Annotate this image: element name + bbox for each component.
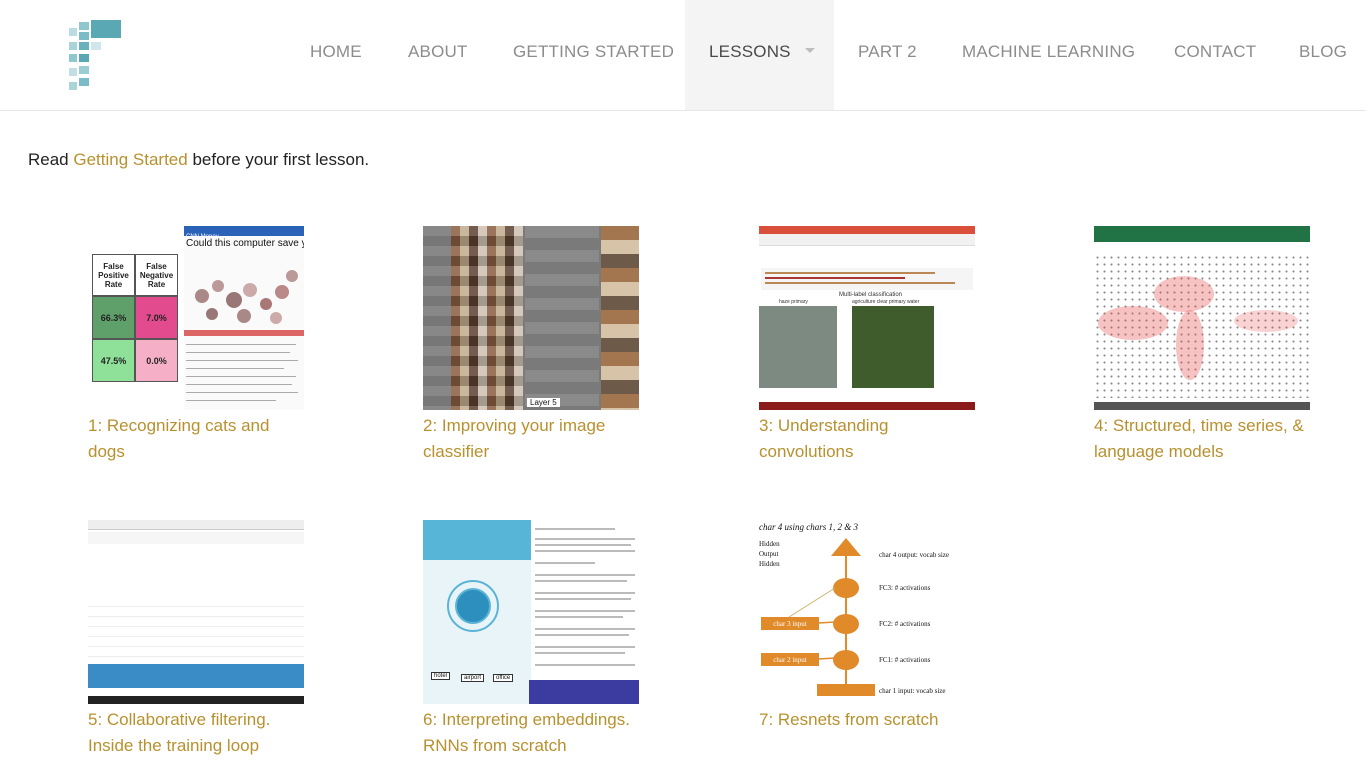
nav-part-2[interactable]: PART 2 (858, 0, 917, 110)
chevron-down-icon (804, 48, 815, 54)
taskbar (759, 402, 975, 410)
getting-started-link[interactable]: Getting Started (73, 150, 187, 169)
lesson-card-5[interactable]: 5: Collaborative filtering. Inside the t… (88, 520, 304, 759)
lesson-card-4[interactable]: 4: Structured, time series, & language m… (1094, 226, 1310, 465)
notebook-toolbar (759, 234, 975, 246)
connector-lines (788, 587, 836, 660)
intro-suffix: before your first lesson. (187, 150, 370, 169)
lesson-5-title-line1: 5: Collaborative filtering. (88, 710, 271, 729)
taskbar (88, 696, 304, 704)
code-cell (761, 268, 973, 290)
plot-label-b: agriculture clear primary water (852, 299, 920, 305)
leaderboard-highlight (88, 664, 304, 688)
table-cell: 0.0% (135, 339, 178, 382)
lesson-6-title[interactable]: 6: Interpreting embeddings. RNNs from sc… (423, 707, 639, 759)
lesson-4-thumbnail[interactable] (1094, 226, 1310, 410)
lesson-card-1[interactable]: False Positive Rate False Negative Rate … (88, 226, 304, 465)
lesson-card-2[interactable]: Layer 5 2: Improving your image classifi… (423, 226, 639, 465)
table-header: False Negative Rate (135, 254, 178, 296)
lesson-7-title-line1: 7: Resnets from scratch (759, 710, 939, 729)
intro-text: Read Getting Started before your first l… (28, 150, 369, 170)
lesson-2-title-line2: classifier (423, 442, 490, 461)
nav-about-label: ABOUT (408, 42, 468, 61)
main-nav: HOME ABOUT GETTING STARTED LESSONS PART … (0, 0, 1366, 110)
lesson-1-thumbnail[interactable]: False Positive Rate False Negative Rate … (88, 226, 304, 410)
lesson-1-title-line2: dogs (88, 442, 125, 461)
nav-blog-label: BLOG (1299, 42, 1348, 61)
nav-contact-label: CONTACT (1174, 42, 1257, 61)
lesson-2-title-line1: 2: Improving your image (423, 416, 606, 435)
lesson-5-title[interactable]: 5: Collaborative filtering. Inside the t… (88, 707, 304, 759)
browser-address-bar (88, 520, 304, 530)
table-cell: 47.5% (92, 339, 135, 382)
page-tabs (88, 532, 304, 544)
node-airport: airport (461, 674, 485, 682)
spreadsheet-ribbon (1094, 226, 1310, 242)
lesson-4-title[interactable]: 4: Structured, time series, & language m… (1094, 413, 1310, 465)
lesson-7-title[interactable]: 7: Resnets from scratch (759, 707, 975, 733)
lesson-1-title[interactable]: 1: Recognizing cats and dogs (88, 413, 304, 465)
site-header: HOME ABOUT GETTING STARTED LESSONS PART … (0, 0, 1366, 111)
highlighted-text (529, 680, 639, 704)
lesson-5-thumbnail[interactable] (88, 520, 304, 704)
plot-label-a: haze primary (779, 299, 808, 305)
lesson-7-thumbnail[interactable]: char 4 using chars 1, 2 & 3 Hidden Outpu… (759, 520, 975, 704)
satellite-image-2 (852, 306, 934, 388)
lesson-4-title-line2: language models (1094, 442, 1224, 461)
node-hotel: hotel (431, 672, 451, 680)
photo-collage (195, 270, 298, 324)
nav-lessons[interactable]: LESSONS (685, 0, 834, 110)
satellite-image-1 (759, 306, 837, 388)
lesson-5-title-line2: Inside the training loop (88, 736, 260, 755)
nav-home[interactable]: HOME (310, 0, 362, 110)
lesson-3-thumbnail[interactable]: Multi-label classification haze primary … (759, 226, 975, 410)
cnn-bar: CNN Money (184, 226, 304, 240)
nav-about[interactable]: ABOUT (408, 0, 468, 110)
lesson-2-thumbnail[interactable]: Layer 5 (423, 226, 639, 410)
lesson-3-title[interactable]: 3: Understanding convolutions (759, 413, 975, 465)
lesson-card-7[interactable]: char 4 using chars 1, 2 & 3 Hidden Outpu… (759, 520, 975, 733)
nav-part-2-label: PART 2 (858, 42, 917, 61)
lesson-card-3[interactable]: Multi-label classification haze primary … (759, 226, 975, 465)
article-headline: Could this computer save yo (186, 238, 304, 249)
nav-getting-started[interactable]: GETTING STARTED (513, 0, 674, 110)
browser-tabs (759, 226, 975, 234)
lesson-1-title-line1: 1: Recognizing cats and (88, 416, 270, 435)
lesson-card-6[interactable]: hotel airport office 6: Interpreting emb… (423, 520, 639, 759)
lesson-2-title[interactable]: 2: Improving your image classifier (423, 413, 639, 465)
table-cell: 66.3% (92, 296, 135, 339)
intro-prefix: Read (28, 150, 74, 169)
nav-blog[interactable]: BLOG (1299, 0, 1347, 110)
nav-machine-learning-label: MACHINE LEARNING (962, 42, 1136, 61)
lesson-3-title-line1: 3: Understanding (759, 416, 889, 435)
nav-lessons-label: LESSONS (709, 42, 791, 61)
node-office: office (493, 674, 514, 682)
nav-machine-learning[interactable]: MACHINE LEARNING (962, 0, 1135, 110)
lesson-3-title-line2: convolutions (759, 442, 854, 461)
nav-contact[interactable]: CONTACT (1174, 0, 1256, 110)
lesson-6-thumbnail[interactable]: hotel airport office (423, 520, 639, 704)
table-cell: 7.0% (135, 296, 178, 339)
red-banner (184, 330, 304, 336)
table-header: False Positive Rate (92, 254, 135, 296)
lesson-6-title-line2: RNNs from scratch (423, 736, 567, 755)
error-rate-table: False Positive Rate False Negative Rate … (88, 254, 178, 410)
lesson-4-title-line1: 4: Structured, time series, & (1094, 416, 1304, 435)
lesson-6-title-line1: 6: Interpreting embeddings. (423, 710, 630, 729)
paper-text (535, 524, 637, 704)
sheet-tabs (1094, 402, 1310, 410)
plot-heading: Multi-label classification (839, 292, 903, 298)
nav-getting-started-label: GETTING STARTED (513, 42, 675, 61)
nav-home-label: HOME (310, 42, 362, 61)
layer-label: Layer 5 (527, 398, 560, 407)
